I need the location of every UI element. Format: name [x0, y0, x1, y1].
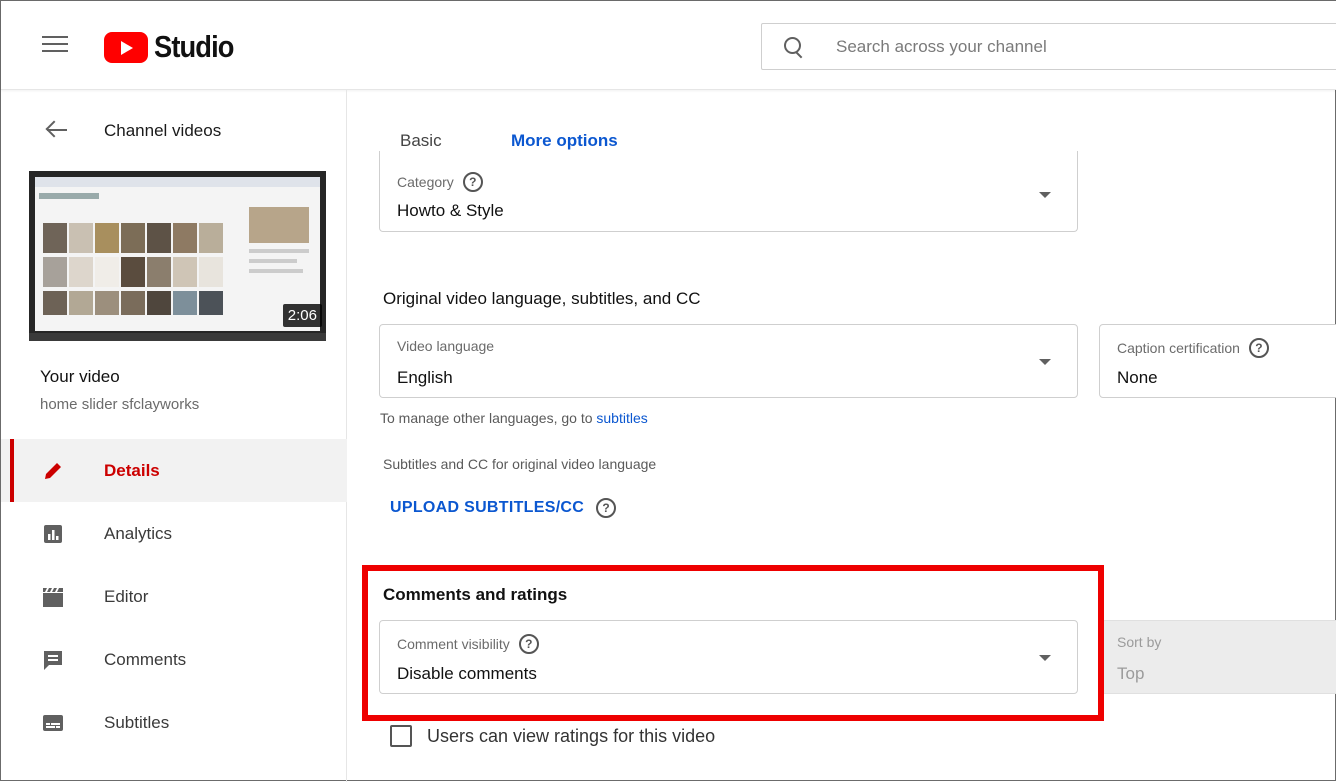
chevron-down-icon[interactable]	[1039, 359, 1051, 365]
sidebar-item-analytics[interactable]: Analytics	[1, 502, 347, 565]
subtitles-link[interactable]: subtitles	[596, 410, 647, 426]
video-name: home slider sfclayworks	[40, 396, 200, 413]
video-language-dropdown[interactable]: Video language English	[379, 324, 1078, 398]
help-icon[interactable]: ?	[462, 172, 483, 192]
video-thumbnail[interactable]: 2:06	[29, 171, 326, 341]
ratings-checkbox-label[interactable]: Users can view ratings for this video	[427, 726, 715, 747]
pencil-icon	[45, 462, 61, 479]
thumbnail-progress-bar	[29, 333, 326, 341]
help-icon[interactable]: ?	[596, 498, 617, 518]
caption-certification-label: Caption certification?	[1117, 338, 1269, 358]
video-language-value: English	[397, 368, 453, 387]
sidebar-item-label: Comments	[104, 649, 187, 669]
language-section-title: Original video language, subtitles, and …	[383, 289, 701, 308]
category-dropdown[interactable]: Category? Howto & Style	[379, 151, 1078, 232]
your-video-label: Your video	[40, 367, 120, 386]
sort-by-dropdown[interactable]: Sort by Top	[1101, 620, 1336, 694]
sidebar-item-label: Subtitles	[104, 712, 170, 732]
analytics-icon	[44, 524, 62, 543]
highlight-box	[362, 565, 1104, 721]
caption-certification-value: None	[1117, 368, 1158, 387]
sidebar-item-label: Editor	[104, 586, 149, 606]
search-placeholder[interactable]: Search across your channel	[836, 37, 1047, 57]
chevron-down-icon[interactable]	[1039, 192, 1051, 198]
sort-by-label: Sort by	[1117, 634, 1162, 650]
subtitles-description: Subtitles and CC for original video lang…	[383, 456, 657, 472]
sidebar-item-label: Analytics	[104, 523, 173, 543]
ratings-checkbox-row[interactable]: Users can view ratings for this video	[390, 725, 715, 747]
category-value: Howto & Style	[397, 201, 504, 220]
back-label[interactable]: Channel videos	[104, 121, 221, 141]
manage-languages-text: To manage other languages, go to subtitl…	[380, 410, 648, 426]
sidebar-item-comments[interactable]: Comments	[1, 628, 347, 691]
ratings-checkbox[interactable]	[390, 725, 412, 747]
sidebar-item-subtitles[interactable]: Subtitles	[1, 691, 347, 754]
thumbnail-image	[35, 177, 320, 331]
sidebar-item-label: Details	[104, 460, 160, 480]
caption-certification-dropdown[interactable]: Caption certification? None	[1099, 324, 1336, 398]
video-duration: 2:06	[282, 304, 322, 327]
youtube-play-icon	[104, 31, 148, 63]
back-arrow-icon[interactable]	[45, 120, 67, 140]
sort-by-value: Top	[1117, 664, 1145, 683]
tab-basic[interactable]: Basic	[400, 131, 442, 151]
video-language-label: Video language	[397, 338, 495, 354]
category-label: Category?	[397, 172, 483, 192]
sidebar-item-editor[interactable]: Editor	[1, 565, 347, 628]
back-row[interactable]: Channel videos	[1, 90, 347, 172]
logo-text: Studio	[154, 29, 234, 64]
sidebar-item-details[interactable]: Details	[1, 439, 347, 502]
subtitles-icon	[43, 714, 63, 731]
menu-icon[interactable]	[42, 36, 68, 56]
search-icon[interactable]	[784, 36, 804, 57]
studio-logo[interactable]: Studio	[104, 29, 244, 65]
tab-more-options[interactable]: More options	[511, 131, 618, 151]
upload-subtitles-button[interactable]: UPLOAD SUBTITLES/CC ?	[390, 498, 617, 518]
search-box[interactable]: Search across your channel	[761, 23, 1336, 70]
top-header: Studio Search across your channel	[1, 1, 1336, 90]
clapperboard-icon	[43, 587, 63, 607]
sidebar: Channel videos 2:06 Your video home slid…	[1, 90, 347, 782]
comment-icon	[44, 650, 62, 670]
help-icon[interactable]: ?	[1248, 338, 1269, 358]
